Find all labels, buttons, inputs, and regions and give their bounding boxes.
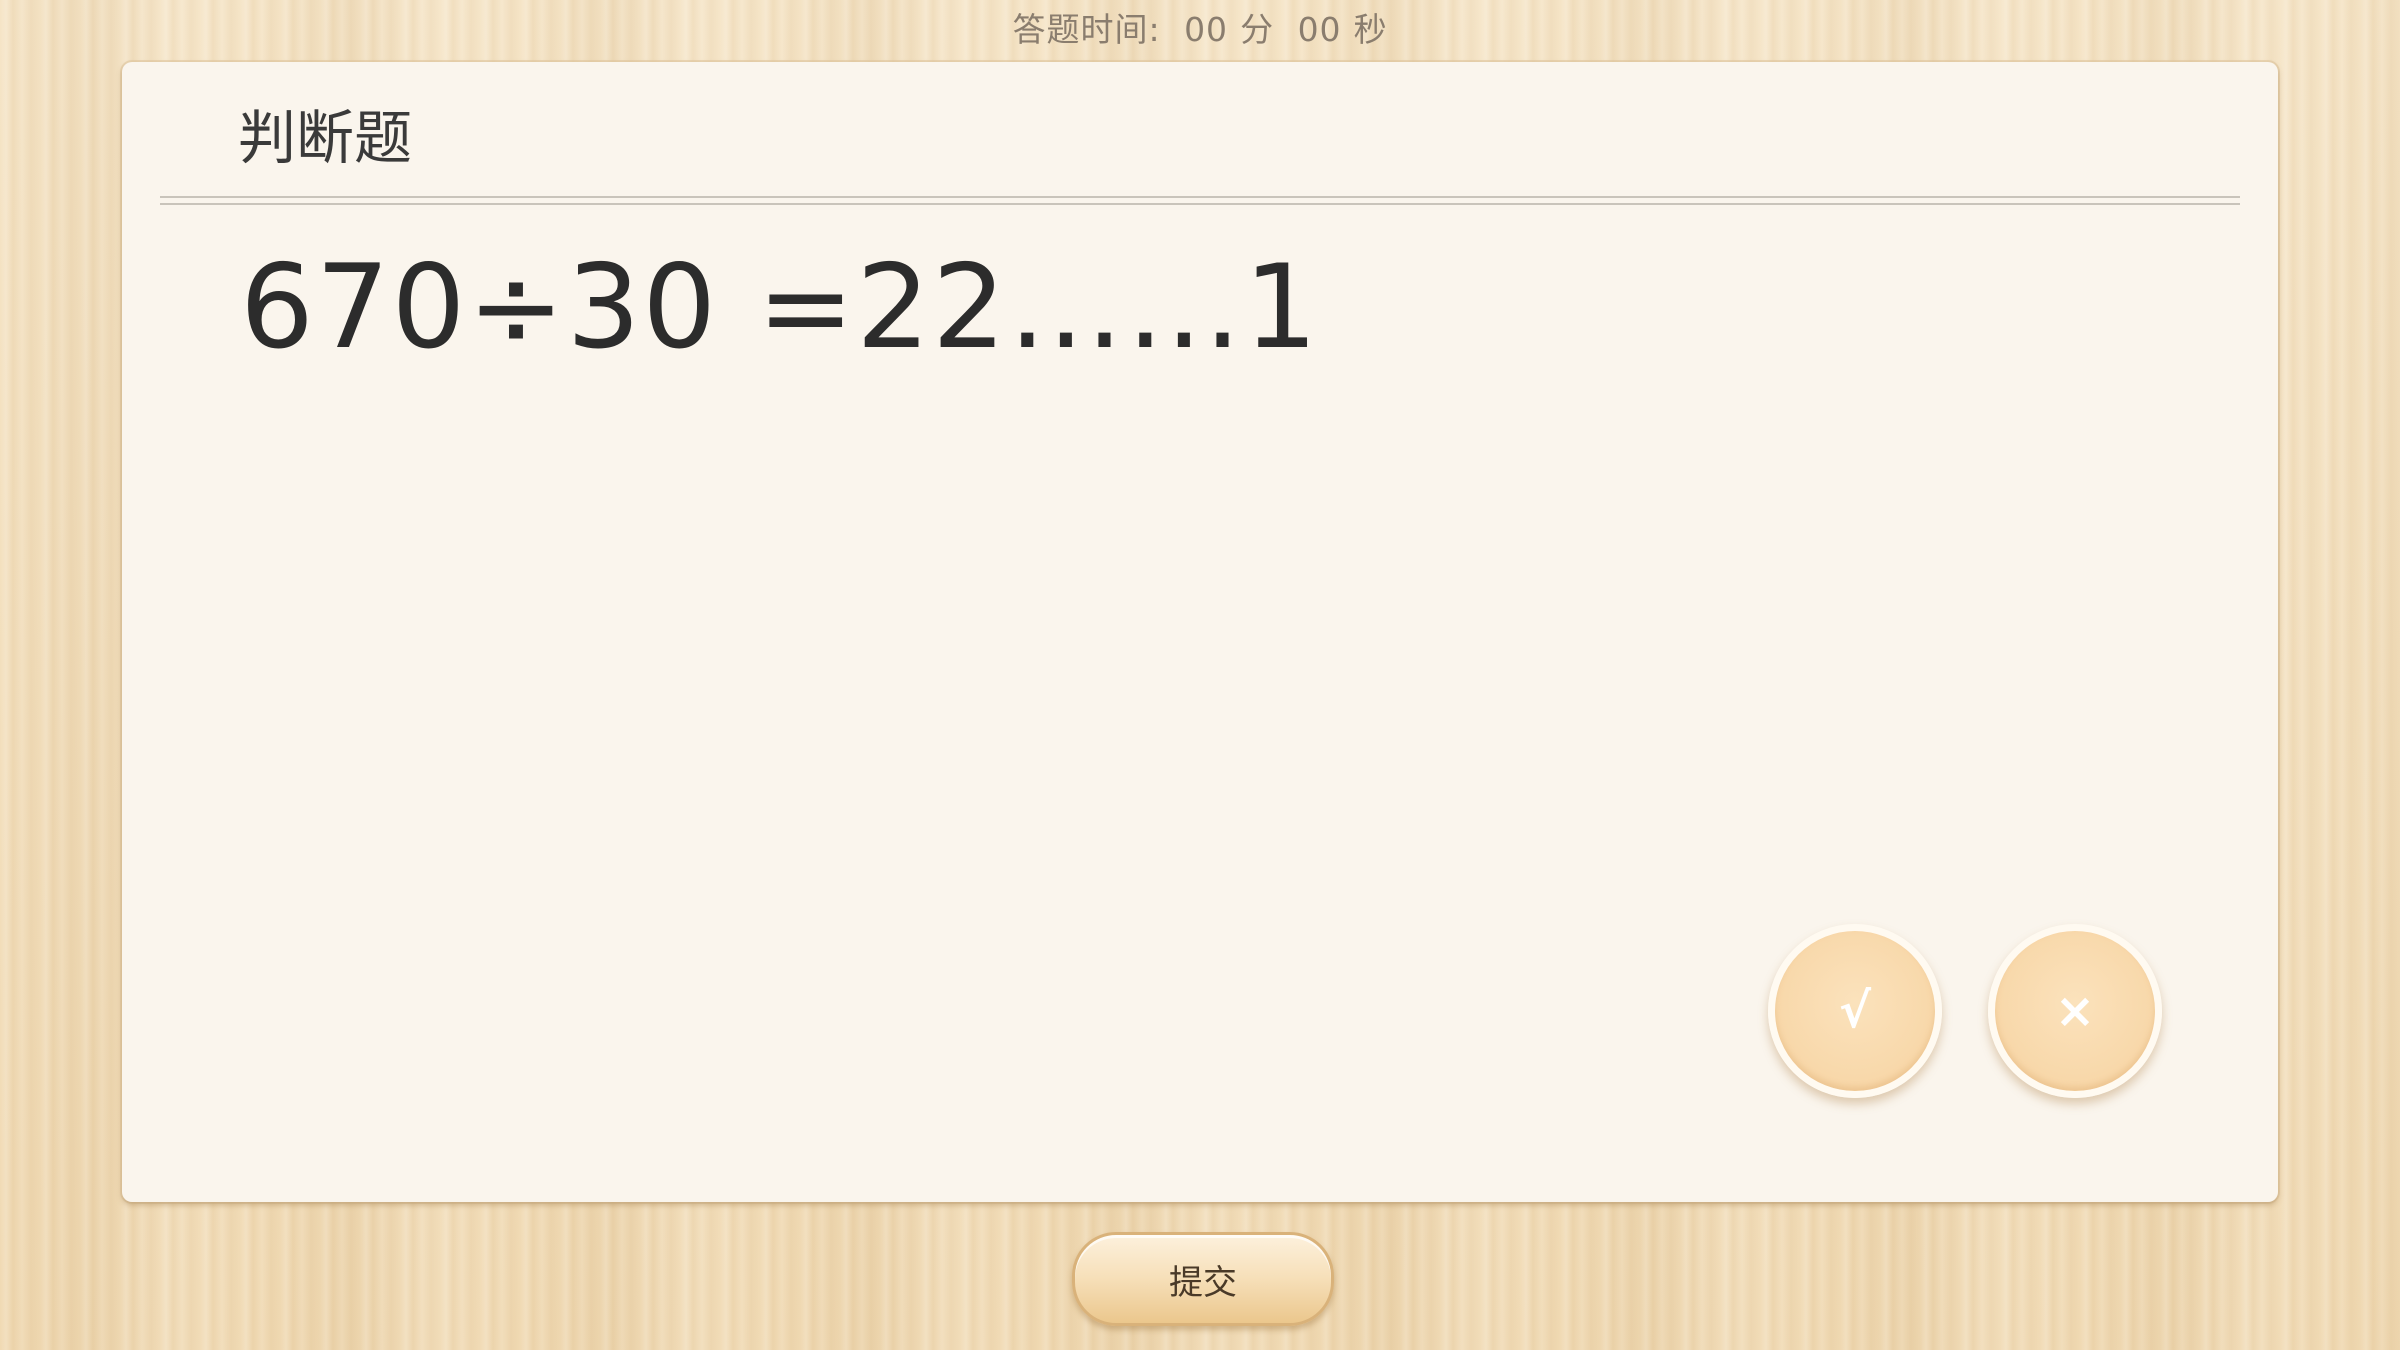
- timer-minutes-unit: 分: [1240, 10, 1275, 49]
- timer-seconds: 00: [1297, 10, 1342, 49]
- timer-minutes: 00: [1184, 10, 1229, 49]
- true-answer-button[interactable]: √: [1768, 924, 1942, 1098]
- submit-button[interactable]: 提交: [1072, 1232, 1334, 1326]
- answer-timer: 答题时间: 00 分 00 秒: [0, 8, 2400, 52]
- check-icon: √: [1838, 983, 1871, 1039]
- question-type-title: 判断题: [238, 104, 413, 172]
- cross-icon: ×: [2054, 983, 2096, 1039]
- timer-label: 答题时间:: [1012, 10, 1161, 49]
- submit-label: 提交: [1169, 1262, 1237, 1303]
- question-card: 判断题 670÷30 =22……1 √ ×: [122, 62, 2278, 1202]
- question-text: 670÷30 =22……1: [240, 240, 1320, 375]
- false-answer-button[interactable]: ×: [1988, 924, 2162, 1098]
- title-divider: [160, 196, 2240, 205]
- timer-seconds-unit: 秒: [1353, 10, 1388, 49]
